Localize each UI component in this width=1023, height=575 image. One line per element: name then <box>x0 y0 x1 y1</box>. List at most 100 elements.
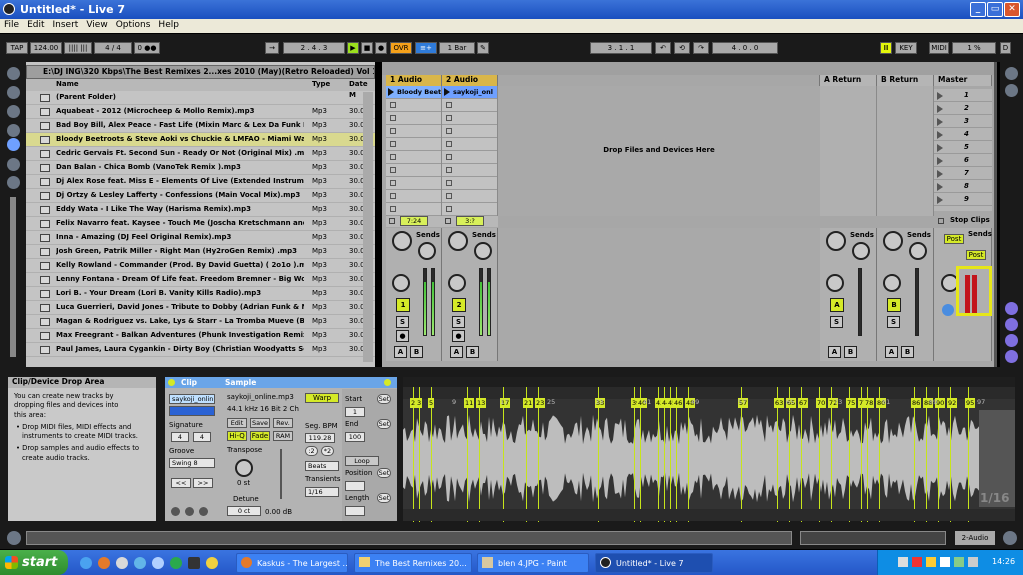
clip-name-field[interactable]: saykoji_onlin <box>169 394 215 404</box>
sample-toggle-icon[interactable] <box>199 507 208 516</box>
loop-length-field[interactable]: 4 . 0 . 0 <box>712 42 778 54</box>
edit-button[interactable]: Edit <box>227 418 247 428</box>
scene-launch-2[interactable]: 2 <box>934 102 992 115</box>
browser-list-scrollbar[interactable] <box>363 92 373 362</box>
arm-button[interactable]: ● <box>452 330 465 342</box>
clip-stop-square[interactable] <box>390 141 396 147</box>
start-field[interactable]: 1 <box>345 407 365 417</box>
scene-launch-icon[interactable] <box>937 170 943 178</box>
column-name[interactable]: Name <box>56 79 79 90</box>
file-browser-1-icon[interactable] <box>7 124 20 137</box>
scene-launch-3[interactable]: 3 <box>934 115 992 128</box>
track-header-1[interactable]: 1 Audio <box>386 75 442 86</box>
crossfade-b-button[interactable]: B <box>410 346 423 358</box>
midi-map-button[interactable]: MIDI <box>929 42 949 54</box>
clip[interactable]: saykoji_onl <box>442 86 497 98</box>
computer-midi-keyboard-icon[interactable]: Ⅲ <box>880 42 892 54</box>
seg-bpm-field[interactable]: 119.28 <box>305 433 335 443</box>
browser-toggle-icon[interactable] <box>7 67 20 80</box>
nudge-left-button[interactable]: << <box>171 478 191 488</box>
reverse-button[interactable]: Rev. <box>273 418 293 428</box>
browser-row[interactable]: Lenny Fontana - Dream Of Life feat. Free… <box>26 273 375 287</box>
arrangement-view-icon[interactable] <box>1005 84 1018 97</box>
clip-stop-square[interactable] <box>390 115 396 121</box>
clip-stop-square[interactable] <box>390 102 396 108</box>
arrangement-position[interactable]: 2 . 4 . 3 <box>283 42 345 54</box>
hiq-button[interactable]: Hi-Q <box>227 431 247 441</box>
sample-waveform-editor[interactable]: 2351113172123333940434445464857636567707… <box>403 377 1015 522</box>
detail-track-name[interactable]: 2-Audio <box>955 531 995 545</box>
transients-selector[interactable]: 1/16 <box>305 487 339 497</box>
pan-knob[interactable] <box>392 274 410 292</box>
browser-row[interactable]: Cedric Gervais Ft. Second Sun - Ready Or… <box>26 147 375 161</box>
groove-selector[interactable]: Swing 8 <box>169 458 215 468</box>
browser-row[interactable]: Dj Ortzy & Lesley Lafferty - Confessions… <box>26 189 375 203</box>
end-set-button[interactable]: Set <box>377 419 391 429</box>
send-b-knob[interactable] <box>852 242 870 260</box>
hot-swap-icon[interactable] <box>7 176 20 189</box>
clip-slot[interactable] <box>386 203 441 216</box>
device-browser-icon[interactable] <box>7 86 20 99</box>
clip-color-field[interactable] <box>169 406 215 416</box>
taskbar-item-folder[interactable]: The Best Remixes 20... <box>354 553 472 573</box>
scene-launch-4[interactable]: 4 <box>934 128 992 141</box>
metronome-button[interactable]: 0 ●● <box>134 42 160 54</box>
clip-stop-square[interactable] <box>446 128 452 134</box>
menu-help[interactable]: Help <box>154 19 183 31</box>
tray-icon[interactable] <box>940 557 950 567</box>
clip-stop-square[interactable] <box>390 128 396 134</box>
clip-slot[interactable] <box>386 112 441 125</box>
send-a-knob[interactable] <box>826 231 846 251</box>
warp-marker-label[interactable]: 13 <box>476 398 487 408</box>
file-browser-2-icon[interactable] <box>7 138 20 151</box>
clip-launch-icon[interactable] <box>388 88 394 96</box>
overdub-button[interactable]: OVR <box>390 42 412 54</box>
scene-launch-7[interactable]: 7 <box>934 167 992 180</box>
browser-row[interactable]: Magan & Rodriguez vs. Lake, Lys & Starr … <box>26 315 375 329</box>
end-field[interactable]: 100 <box>345 432 365 442</box>
browser-row[interactable]: Eddy Wata - I Like The Way (Harisma Remi… <box>26 203 375 217</box>
warp-marker-label[interactable]: 21 <box>523 398 534 408</box>
clip-slot[interactable] <box>386 138 441 151</box>
mixer-icon[interactable] <box>1005 334 1018 347</box>
scene-launch-1[interactable]: 1 <box>934 89 992 102</box>
warp-marker-label[interactable]: 92 <box>947 398 958 408</box>
scene-launch-icon[interactable] <box>937 196 943 204</box>
clip-slot[interactable] <box>442 177 497 190</box>
minimize-button[interactable]: _ <box>970 2 986 17</box>
clip-stop-square[interactable] <box>446 180 452 186</box>
scene-launch-icon[interactable] <box>937 144 943 152</box>
scene-launch-icon[interactable] <box>937 118 943 126</box>
tray-icon[interactable] <box>954 557 964 567</box>
volume-icon[interactable] <box>968 557 978 567</box>
io-icon[interactable] <box>1005 302 1018 315</box>
return-header-b[interactable]: B Return <box>877 75 934 86</box>
browser-row[interactable]: Josh Green, Patrik Miller - Right Man (H… <box>26 245 375 259</box>
sig-denominator[interactable]: 4 <box>193 432 211 442</box>
key-map-button[interactable]: KEY <box>895 42 917 54</box>
solo-button[interactable]: S <box>396 316 409 328</box>
scene-launch-icon[interactable] <box>937 157 943 165</box>
fade-button[interactable]: Fade <box>250 431 270 441</box>
warp-marker-label[interactable]: 86 <box>911 398 922 408</box>
warp-marker-label[interactable]: 3 <box>416 398 423 408</box>
file-browser-3-icon[interactable] <box>7 158 20 171</box>
punch-out-icon[interactable]: ↷ <box>693 42 709 54</box>
app-icon[interactable] <box>188 557 200 569</box>
scene-launch-icon[interactable] <box>937 105 943 113</box>
app2-icon[interactable] <box>206 557 218 569</box>
clip-slot[interactable] <box>386 151 441 164</box>
explorer-icon[interactable] <box>116 557 128 569</box>
send-a-knob[interactable] <box>392 231 412 251</box>
tap-button[interactable]: TAP <box>6 42 28 54</box>
warp-marker-label[interactable]: 5 <box>428 398 435 408</box>
warp-marker-label[interactable]: 23 <box>535 398 546 408</box>
halve-tempo-button[interactable]: :2 <box>305 446 318 456</box>
warp-marker-label[interactable]: 11 <box>464 398 475 408</box>
time-signature[interactable]: 4 / 4 <box>94 42 132 54</box>
warp-marker-label[interactable]: 70 <box>816 398 827 408</box>
clip[interactable]: Bloody Beet <box>386 86 441 98</box>
warp-marker-label[interactable]: 63 <box>774 398 785 408</box>
return-header-a[interactable]: A Return <box>820 75 877 86</box>
track-activator-button[interactable]: 2 <box>452 298 466 312</box>
